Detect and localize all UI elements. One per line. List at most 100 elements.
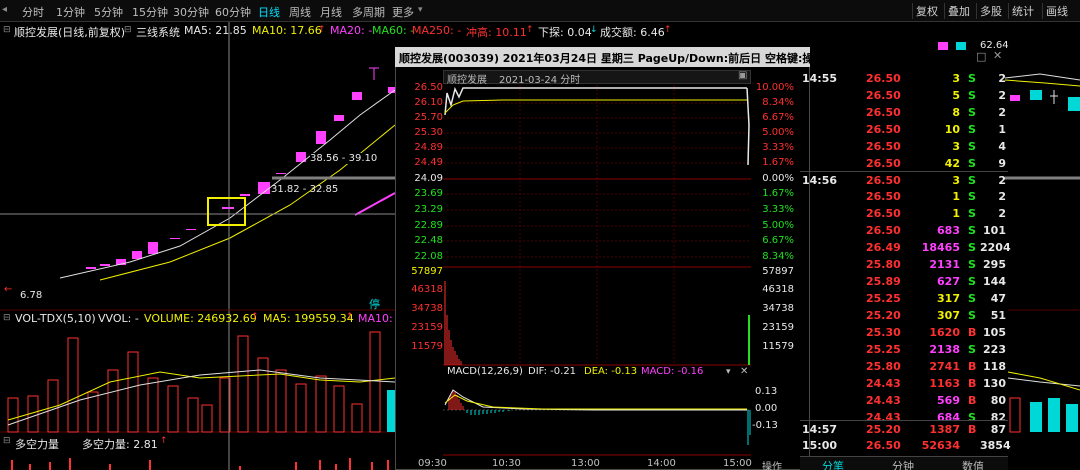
volume-ma5-arrow-icon: ↑ — [346, 312, 354, 322]
macd-dropdown-icon[interactable]: ▾ — [726, 367, 731, 377]
price-label: 26.50 — [414, 82, 443, 93]
popup-title: 顺控发展(003039) 2021年03月24日 星期三 PageUp/Down… — [395, 47, 824, 67]
time-label: 10:30 — [492, 458, 521, 469]
intraday-chart — [443, 85, 751, 456]
macd-axis-label: -0.13 — [752, 420, 778, 431]
table-row: 26.49 18465 S 2204 — [866, 241, 1011, 254]
price-label: 24.89 — [414, 142, 443, 153]
vol-axis-label: 34738 — [411, 303, 443, 314]
pct-label: 1.67% — [762, 188, 794, 199]
price-label: 26.10 — [414, 97, 443, 108]
tab-tick[interactable]: 分笔 — [822, 458, 844, 470]
macd-value: MACD: -0.16 — [641, 366, 704, 377]
price-label: 22.89 — [414, 220, 443, 231]
popup-sub-minimize-icon[interactable]: ▣ — [738, 70, 747, 81]
table-row: 26.50 5 S 2 — [866, 89, 1006, 102]
table-row: 26.50 683 S 101 — [866, 224, 1006, 237]
price-label: 24.49 — [414, 157, 443, 168]
vol-axis-label-right: 57897 — [762, 266, 794, 277]
volume-collapse-icon[interactable]: ⊟ — [3, 313, 11, 323]
table-row: 25.25 317 S 47 — [866, 292, 1006, 305]
table-row: 25.80 2131 S 295 — [866, 258, 1006, 271]
price-range-label-1: 38.56 - 39.10 — [310, 153, 378, 164]
table-row: 25.89 627 S 144 — [866, 275, 1006, 288]
power-arrow-icon: ↑ — [160, 436, 168, 446]
vvol-value: VVOL: - — [98, 312, 139, 325]
vol-axis-label-right: 46318 — [762, 284, 794, 295]
pct-label: 5.00% — [762, 127, 794, 138]
macd-close-icon[interactable]: ✕ — [740, 366, 748, 377]
tab-minute[interactable]: 分钟 — [892, 458, 914, 470]
volume-ma5-value: MA5: 199559.34 — [263, 312, 354, 325]
macd-dea-value: DEA: -0.13 — [584, 366, 638, 377]
table-row: 14:55 26.50 3 S 2 — [802, 72, 1006, 85]
volume-arrow-icon: ↑ — [251, 312, 259, 322]
low-price-label: 6.78 — [20, 290, 43, 301]
volume-bars — [7, 331, 381, 433]
operate-button[interactable]: 操作 — [762, 458, 782, 470]
vol-axis-label: 46318 — [411, 284, 443, 295]
pct-label: 8.34% — [762, 251, 794, 262]
vol-axis-label-right: 11579 — [762, 341, 794, 352]
pct-label: 8.34% — [762, 97, 794, 108]
power-value: 多空力量: 2.81 — [82, 438, 158, 451]
pct-label: 5.00% — [762, 220, 794, 231]
vol-axis-label: 23159 — [411, 322, 443, 333]
table-row: 26.50 1 S 2 — [866, 190, 1006, 203]
vol-axis-label-right: 34738 — [762, 303, 794, 314]
table-row: 14:57 25.20 1387 B 87 — [800, 420, 1008, 437]
macd-indicator-name: MACD(12,26,9) — [447, 366, 523, 377]
popup-subheader — [443, 70, 751, 84]
table-row: 26.50 1 S 2 — [866, 207, 1006, 220]
price-label: 22.08 — [414, 251, 443, 262]
volume-value: VOLUME: 246932.69 — [144, 312, 257, 325]
tab-value[interactable]: 数值 — [962, 458, 984, 470]
pct-label: 10.00% — [755, 82, 794, 93]
table-row: 26.50 8 S 2 — [866, 106, 1006, 119]
time-label: 14:00 — [647, 458, 676, 469]
close-icon[interactable]: ✕ — [993, 49, 1002, 62]
table-row: 14:56 26.50 3 S 2 — [800, 171, 1008, 188]
vol-axis-label: 11579 — [411, 341, 443, 352]
time-label: 15:00 — [723, 458, 752, 469]
macd-axis-label: 0.00 — [755, 403, 778, 414]
price-label: 24.09 — [414, 173, 443, 184]
time-label: 13:00 — [571, 458, 600, 469]
power-indicator-name: 多空力量 — [15, 438, 59, 451]
table-row: 26.50 42 S 9 — [866, 157, 1006, 170]
table-row: 24.43 569 B 80 — [866, 394, 1006, 407]
pct-label: 3.33% — [762, 204, 794, 215]
pct-label: 0.00% — [762, 173, 794, 184]
price-label: 23.69 — [414, 188, 443, 199]
macd-axis-label: 0.13 — [755, 386, 778, 397]
vol-axis-label-right: 23159 — [762, 322, 794, 333]
volume-ma10-value: MA10: — [358, 312, 393, 325]
table-row: 25.25 2138 S 223 — [866, 343, 1006, 356]
table-row: 26.50 3 S 4 — [866, 140, 1006, 153]
popup-sub-date: 2021-03-24 分时 — [499, 75, 581, 86]
table-row: 24.43 1163 B 130 — [866, 377, 1006, 390]
price-label: 22.48 — [414, 235, 443, 246]
macd-dif-value: DIF: -0.21 — [528, 366, 577, 377]
table-row: 25.30 1620 B 105 — [866, 326, 1006, 339]
table-row: 25.80 2741 B 118 — [866, 360, 1006, 373]
popup-sub-stock: 顺控发展 — [447, 75, 487, 86]
price-label: 23.29 — [414, 204, 443, 215]
price-label: 25.30 — [414, 127, 443, 138]
vol-axis-label: 57897 — [411, 266, 443, 277]
restore-icon[interactable]: □ — [976, 50, 986, 63]
volume-indicator-name: VOL-TDX(5,10) — [15, 312, 96, 325]
table-row: 15:00 26.50 52634 3854 — [802, 439, 1011, 452]
price-range-label-2: 31.82 - 32.85 — [271, 184, 339, 195]
tick-footer-tabs: 分笔 分钟 数值 — [800, 456, 1008, 470]
pct-label: 3.33% — [762, 142, 794, 153]
table-row: 26.50 10 S 1 — [866, 123, 1006, 136]
table-row: 25.20 307 S 51 — [866, 309, 1006, 322]
pct-label: 1.67% — [762, 157, 794, 168]
power-collapse-icon[interactable]: ⊟ — [3, 436, 11, 446]
suspend-tag: 停 — [369, 298, 380, 311]
pct-label: 6.67% — [762, 112, 794, 123]
low-price-arrow-icon: ← — [4, 284, 13, 295]
time-label: 09:30 — [418, 458, 447, 469]
price-label: 25.70 — [414, 112, 443, 123]
